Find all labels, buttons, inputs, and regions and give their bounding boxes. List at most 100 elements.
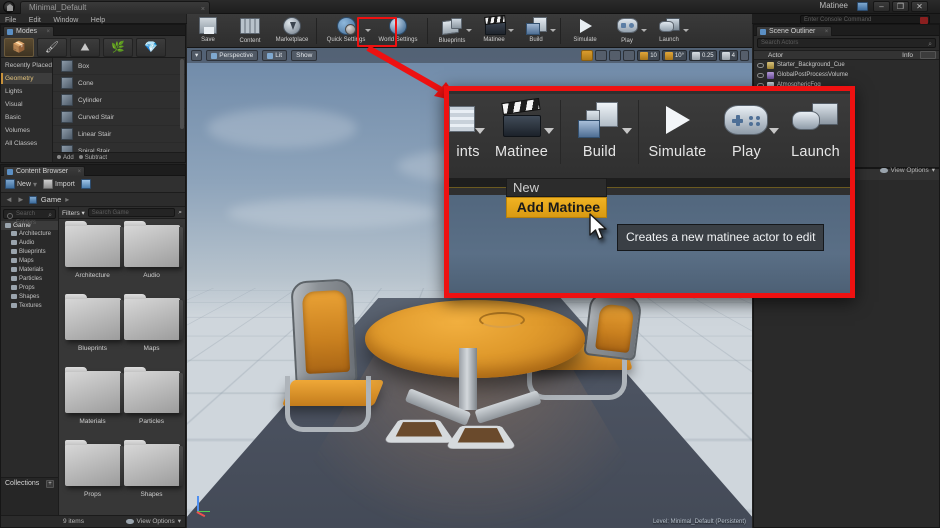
table-row[interactable]: Starter_Background_Cue	[754, 60, 939, 70]
chevron-down-icon[interactable]	[683, 29, 689, 32]
search-icon[interactable]: ⌕	[178, 209, 182, 217]
list-item[interactable]: Materials	[63, 367, 124, 444]
tree-node-props[interactable]: Props	[1, 284, 58, 293]
tree-node-shapes[interactable]: Shapes	[1, 293, 58, 302]
chevron-down-icon[interactable]	[544, 128, 555, 134]
coordinate-system-button[interactable]	[623, 50, 636, 61]
list-item[interactable]: Particles	[122, 367, 183, 444]
chevron-down-icon[interactable]	[621, 128, 632, 134]
chevron-down-icon[interactable]	[508, 29, 514, 32]
toolbar-marketplace-button[interactable]: Marketplace	[271, 16, 313, 47]
table-row[interactable]: GlobalPostProcessVolume	[754, 70, 939, 80]
list-item[interactable]: Cone	[53, 75, 185, 92]
toolbar-build-button[interactable]: Build	[515, 16, 557, 47]
tab-content-browser[interactable]: Content Browser ×	[3, 166, 86, 176]
viewport-options-button[interactable]: ▾	[191, 50, 203, 61]
list-item[interactable]: Curved Stair	[53, 109, 185, 126]
chevron-down-icon[interactable]	[365, 29, 371, 32]
console-command-input[interactable]: Enter Console Command	[800, 15, 930, 24]
tree-node-architecture[interactable]: Architecture	[1, 230, 58, 239]
list-item[interactable]: Audio	[122, 221, 183, 298]
close-button[interactable]: ✕	[911, 1, 928, 12]
view-options-button[interactable]: View Options ▾	[125, 516, 181, 528]
outliner-view-options-button[interactable]: View Options ▾	[879, 166, 935, 174]
save-all-button[interactable]	[80, 179, 91, 189]
eye-icon[interactable]	[757, 72, 764, 78]
tree-node-audio[interactable]: Audio	[1, 239, 58, 248]
toolbar-blueprints-button[interactable]: Blueprints	[431, 16, 473, 47]
callout-build-button[interactable]: Build	[565, 100, 634, 160]
show-menu-button[interactable]: Show	[291, 50, 318, 61]
modes-category-visual[interactable]: Visual	[1, 99, 52, 110]
chevron-down-icon[interactable]	[475, 128, 485, 134]
list-item[interactable]: Architecture	[63, 221, 124, 298]
geometry-editing-mode-button[interactable]: 💎	[136, 38, 166, 57]
toolbar-play-button[interactable]: Play	[606, 16, 648, 47]
callout-play-button[interactable]: Play	[712, 100, 781, 160]
callout-matinee-button[interactable]: Matinee	[487, 97, 556, 160]
toolbar-matinee-button[interactable]: Matinee	[473, 16, 515, 47]
toolbar-world-settings-button[interactable]: World Settings	[372, 16, 424, 47]
paint-mode-button[interactable]: 🖌	[37, 38, 67, 57]
foliage-mode-button[interactable]: 🌿	[103, 38, 133, 57]
add-collection-button[interactable]: +	[46, 480, 54, 488]
toolbar-simulate-button[interactable]: Simulate	[564, 16, 606, 47]
tree-node-particles[interactable]: Particles	[1, 275, 58, 284]
tab-modes[interactable]: Modes ×	[3, 26, 55, 36]
scale-snap-control[interactable]: 0.25	[688, 50, 717, 61]
modes-category-geometry[interactable]: Geometry	[1, 73, 52, 84]
camera-mode-button[interactable]: Perspective	[206, 50, 259, 61]
translate-tool-button[interactable]	[581, 50, 594, 61]
chevron-down-icon[interactable]	[768, 128, 779, 134]
modes-category-recently-placed[interactable]: Recently Placed	[1, 60, 52, 71]
breadcrumb-root[interactable]: Game	[41, 195, 61, 204]
modes-category-lights[interactable]: Lights	[1, 86, 52, 97]
toolbar-launch-button[interactable]: Launch	[648, 16, 690, 47]
modes-category-basic[interactable]: Basic	[1, 112, 52, 123]
chevron-down-icon[interactable]	[641, 29, 647, 32]
tab-scene-outliner[interactable]: Scene Outliner ×	[756, 26, 833, 36]
outliner-settings-button[interactable]	[920, 51, 936, 59]
list-item[interactable]: Box	[53, 58, 185, 75]
scrollbar[interactable]	[180, 59, 184, 129]
back-icon[interactable]: ◄	[5, 195, 13, 204]
modes-category-all-classes[interactable]: All Classes	[1, 138, 52, 149]
asset-grid[interactable]: Architecture Audio Blueprints Maps Mater…	[59, 219, 185, 515]
maximize-viewport-button[interactable]	[740, 50, 749, 61]
list-item[interactable]: Linear Stair	[53, 126, 185, 143]
tree-node-materials[interactable]: Materials	[1, 266, 58, 275]
callout-simulate-button[interactable]: Simulate	[643, 100, 712, 160]
minimize-button[interactable]: –	[873, 1, 890, 12]
tree-node-blueprints[interactable]: Blueprints	[1, 248, 58, 257]
asset-search-input[interactable]: Search Game	[87, 208, 176, 217]
subtract-radio[interactable]	[78, 155, 83, 160]
add-radio[interactable]	[57, 155, 61, 160]
callout-blueprints-button[interactable]: ints	[449, 100, 487, 160]
toolbar-save-button[interactable]: Save	[187, 16, 229, 47]
list-item[interactable]: Props	[63, 440, 124, 515]
tree-node-maps[interactable]: Maps	[1, 257, 58, 266]
eye-icon[interactable]	[757, 62, 764, 68]
list-item[interactable]: Shapes	[122, 440, 183, 515]
place-mode-button[interactable]: 📦	[4, 38, 34, 57]
maximize-button[interactable]: ❐	[892, 1, 909, 12]
import-button[interactable]: Import	[43, 179, 75, 189]
forward-icon[interactable]: ►	[17, 195, 25, 204]
folder-search-input[interactable]: Search Folders ⌕	[3, 209, 56, 226]
rotate-tool-button[interactable]	[595, 50, 608, 61]
placeable-list[interactable]: Box Cone Cylinder Curved Stair Linear St…	[53, 58, 185, 162]
tree-node-textures[interactable]: Textures	[1, 302, 58, 311]
list-item[interactable]: Blueprints	[63, 294, 124, 371]
toolbar-quick-settings-button[interactable]: Quick Settings	[320, 16, 372, 47]
rotation-snap-control[interactable]: 10°	[661, 50, 687, 61]
console-clear-icon[interactable]	[920, 17, 928, 24]
camera-speed-control[interactable]: 4	[718, 50, 738, 61]
project-tab[interactable]: Minimal_Default ×	[20, 1, 210, 14]
chevron-down-icon[interactable]	[550, 29, 556, 32]
scale-tool-button[interactable]	[609, 50, 622, 61]
chevron-down-icon[interactable]	[466, 29, 472, 32]
outliner-search-input[interactable]: Search Actors ⌕	[757, 38, 936, 48]
landscape-mode-button[interactable]: ⛰	[70, 38, 100, 57]
filters-button[interactable]: Filters ▾	[62, 209, 85, 217]
view-mode-button[interactable]: Lit	[262, 50, 288, 61]
